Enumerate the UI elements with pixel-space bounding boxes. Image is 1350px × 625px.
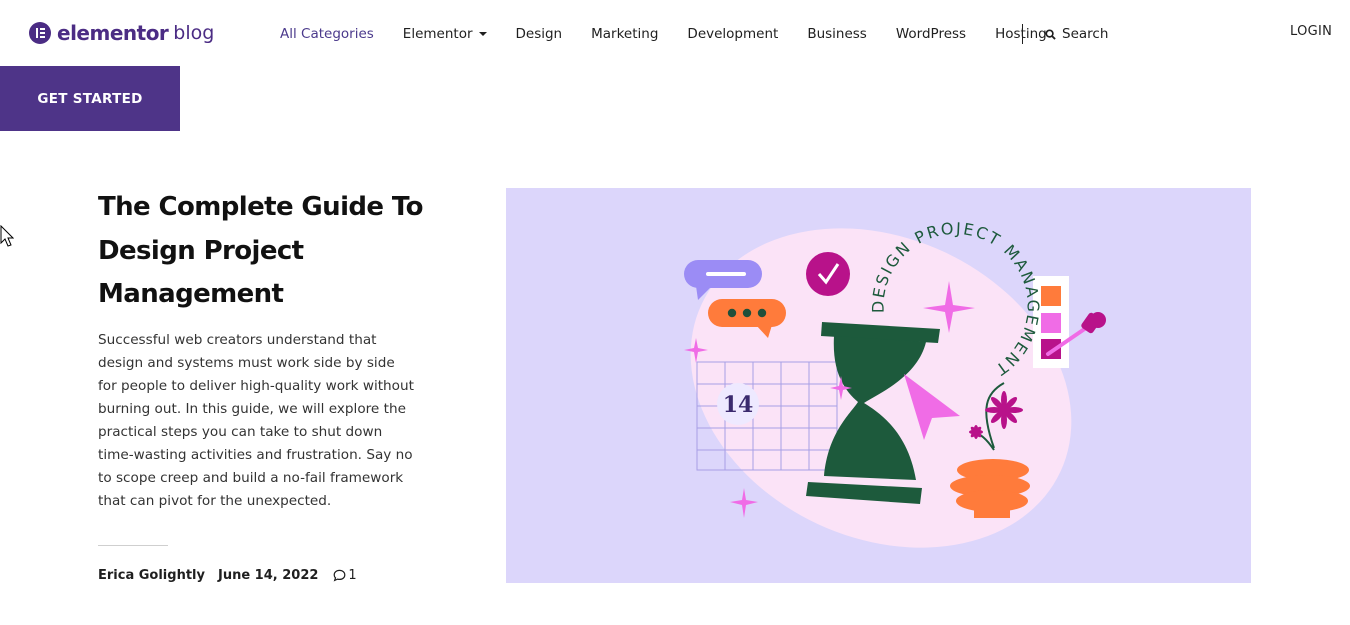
site-logo[interactable]: elementor blog [29, 20, 214, 46]
nav-divider [1022, 24, 1023, 44]
nav-item-business[interactable]: Business [807, 26, 867, 42]
article-title[interactable]: The Complete Guide To Design Project Man… [98, 186, 428, 317]
calendar-day: 14 [723, 392, 754, 418]
logo-wordmark: elementor [57, 21, 169, 45]
featured-image[interactable]: 14 DESIGN PROJECT MANAGEMENT [506, 188, 1251, 583]
get-started-button[interactable]: GET STARTED [0, 66, 180, 131]
nav-item-development[interactable]: Development [687, 26, 778, 42]
search-icon [1045, 28, 1056, 40]
checkmark-icon [806, 252, 850, 296]
article-meta: Erica Golightly June 14, 2022 1 [98, 568, 357, 583]
elementor-logo-icon [29, 22, 51, 44]
nav-item-all-categories[interactable]: All Categories [280, 26, 374, 42]
meta-divider [98, 545, 168, 546]
logo-suffix: blog [173, 22, 215, 44]
nav-item-design[interactable]: Design [516, 26, 563, 42]
main-navigation: All Categories Elementor Design Marketin… [280, 24, 1047, 44]
search-label: Search [1062, 26, 1109, 42]
search-button[interactable]: Search [1045, 26, 1108, 42]
nav-item-hosting[interactable]: Hosting [995, 26, 1047, 42]
nav-item-marketing[interactable]: Marketing [591, 26, 658, 42]
article-excerpt: Successful web creators understand that … [98, 332, 414, 509]
comment-count: 1 [348, 568, 357, 583]
nav-item-label: Elementor [402, 26, 473, 42]
nav-item-wordpress[interactable]: WordPress [896, 26, 966, 42]
comment-icon [334, 569, 346, 582]
author-name[interactable]: Erica Golightly [98, 568, 205, 583]
comments-link[interactable]: 1 [333, 568, 357, 583]
login-link[interactable]: LOGIN [1290, 24, 1332, 39]
mouse-cursor-icon [0, 225, 14, 247]
nav-item-elementor[interactable]: Elementor [403, 26, 487, 42]
site-header: elementor blog All Categories Elementor … [0, 0, 1350, 66]
chevron-down-icon [478, 32, 487, 36]
publish-date: June 14, 2022 [217, 568, 319, 583]
